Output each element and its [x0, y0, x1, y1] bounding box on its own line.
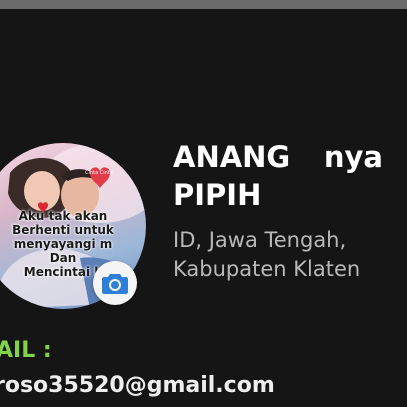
camera-icon — [102, 274, 128, 294]
badge-text: Cinta Cinta — [85, 170, 113, 176]
profile-name: ANANG nya PIPIH — [173, 138, 383, 214]
email-value[interactable]: roso35520@gmail.com — [0, 373, 275, 399]
email-label: AIL : — [0, 338, 52, 363]
profile-location: ID, Jawa Tengah, Kabupaten Klaten — [173, 226, 405, 284]
name-second-word: nya — [323, 140, 383, 174]
change-photo-button[interactable] — [93, 261, 137, 305]
top-bar — [0, 0, 407, 9]
avatar-container: Aku tak akan Berhenti untuk menyayangi m… — [0, 143, 146, 309]
profile-screen: Aku tak akan Berhenti untuk menyayangi m… — [0, 0, 407, 407]
name-first-word: ANANG — [173, 140, 291, 174]
profile-name-line2: PIPIH — [173, 178, 262, 212]
location-line1: ID, Jawa Tengah, — [173, 228, 347, 252]
location-line2: Kabupaten Klaten — [173, 257, 361, 281]
profile-name-line1: ANANG nya — [173, 138, 383, 176]
